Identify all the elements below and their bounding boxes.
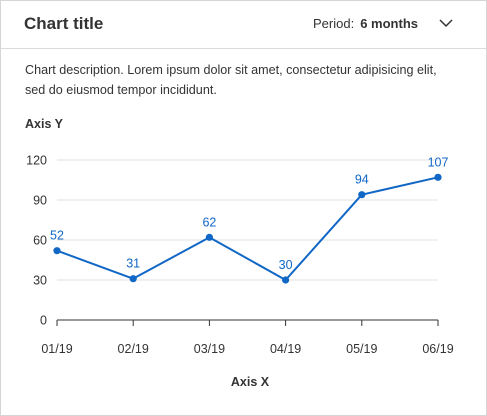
line-chart: Axis Y Axis X 0 30 60 90 120 01/19 02/19 03/19…: [25, 117, 454, 389]
x-axis-title: Axis X: [231, 375, 270, 389]
data-point: [358, 191, 366, 199]
y-axis-title: Axis Y: [25, 117, 64, 131]
y-tick-label: 90: [33, 194, 47, 208]
data-label: 52: [50, 229, 64, 243]
x-axis: 01/19 02/19 03/19 04/19 05/19 06/19: [41, 319, 454, 356]
x-tick-label: 06/19: [422, 342, 453, 356]
data-point: [205, 233, 213, 241]
x-tick-label: 02/19: [118, 342, 149, 356]
y-axis-ticks: 0 30 60 90 120: [26, 154, 47, 328]
data-point: [53, 247, 61, 255]
series-line: [56, 176, 439, 281]
x-tick-label: 05/19: [346, 342, 377, 356]
data-point: [434, 173, 442, 181]
y-tick-label: 0: [40, 314, 47, 328]
data-label: 107: [428, 155, 449, 169]
data-point: [129, 275, 137, 283]
grid-lines: [57, 159, 438, 281]
data-label: 31: [126, 257, 140, 271]
y-tick-label: 120: [26, 154, 47, 168]
x-tick-label: 03/19: [194, 342, 225, 356]
y-tick-label: 30: [33, 274, 47, 288]
x-tick-label: 01/19: [41, 342, 72, 356]
data-point: [282, 276, 290, 284]
series-layer: 52 31 62 30 94 107: [50, 155, 449, 284]
x-tick-label: 04/19: [270, 342, 301, 356]
data-label: 30: [279, 258, 293, 272]
data-label: 94: [355, 173, 369, 187]
y-tick-label: 60: [33, 234, 47, 248]
data-label: 62: [202, 215, 216, 229]
